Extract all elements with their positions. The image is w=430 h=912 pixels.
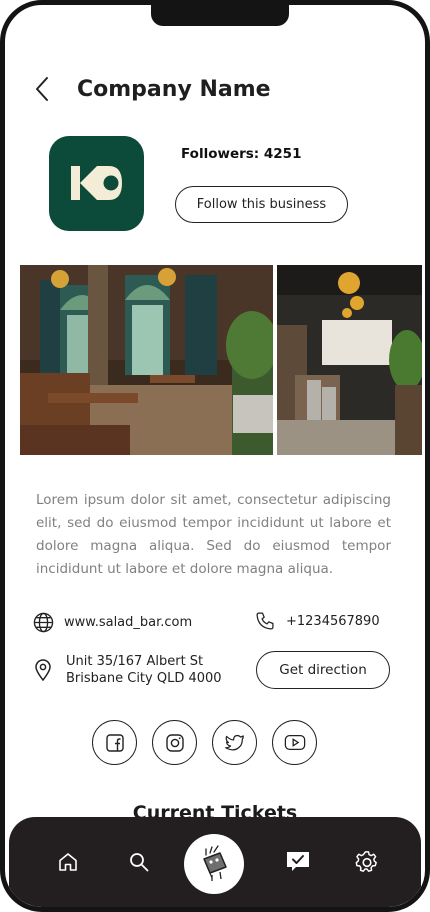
phone-icon [254,610,276,632]
settings-gear-icon[interactable] [352,847,382,877]
twitter-icon[interactable] [212,720,257,765]
home-icon[interactable] [53,847,83,877]
message-check-icon[interactable] [283,847,313,877]
notch [151,5,289,26]
gallery-photo-bar-area[interactable] [277,265,422,455]
gallery-photo-restaurant-interior[interactable] [20,265,273,455]
phone-row: +1234567890 [254,610,380,632]
search-icon[interactable] [124,847,154,877]
business-description: Lorem ipsum dolor sit amet, consectetur … [36,492,391,577]
instagram-icon[interactable] [152,720,197,765]
back-chevron-icon[interactable] [35,74,55,104]
facebook-icon[interactable] [92,720,137,765]
address-text: Unit 35/167 Albert St Brisbane City QLD … [66,653,222,687]
mascot-icon[interactable] [184,834,244,894]
address-line-1: Unit 35/167 Albert St [66,654,204,669]
get-direction-button[interactable]: Get direction [256,651,390,689]
address-row: Unit 35/167 Albert St Brisbane City QLD … [32,653,222,687]
phone-frame: Company Name Followers: 4251 Follow this… [0,0,430,912]
photo-gallery [20,265,422,455]
website-row: www.salad_bar.com [32,611,192,633]
phone-link[interactable]: +1234567890 [286,614,380,629]
address-line-2: Brisbane City QLD 4000 [66,671,222,686]
bottom-tab-bar [9,817,421,907]
website-link[interactable]: www.salad_bar.com [64,615,192,630]
globe-icon [32,611,54,633]
company-logo [49,136,144,231]
page-header: Company Name [35,71,271,107]
followers-count: Followers: 4251 [181,146,302,162]
page-title: Company Name [77,76,271,102]
youtube-icon[interactable] [272,720,317,765]
follow-business-button[interactable]: Follow this business [175,186,348,223]
location-pin-icon [32,659,54,681]
